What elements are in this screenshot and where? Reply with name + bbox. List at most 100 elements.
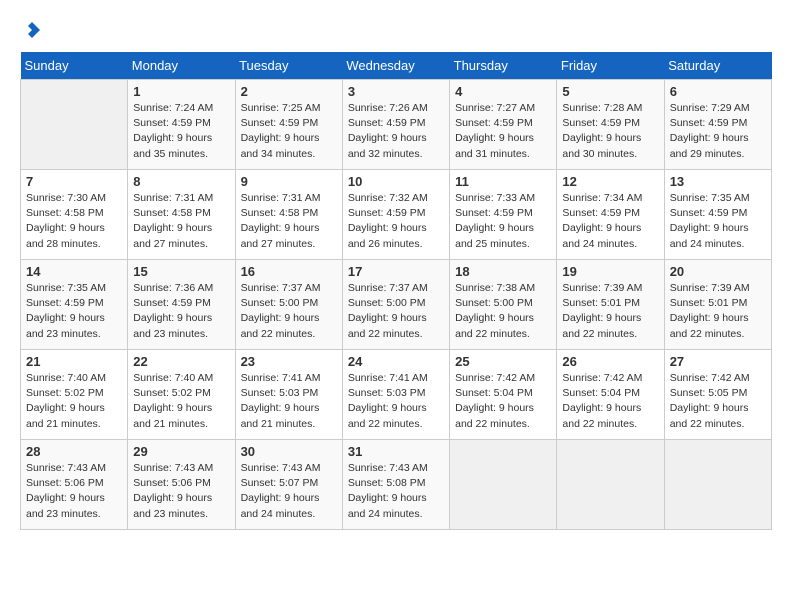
day-info: Sunrise: 7:40 AM Sunset: 5:02 PM Dayligh…	[26, 371, 122, 432]
calendar-cell	[450, 440, 557, 530]
day-info: Sunrise: 7:24 AM Sunset: 4:59 PM Dayligh…	[133, 101, 229, 162]
calendar-cell: 7 Sunrise: 7:30 AM Sunset: 4:58 PM Daylig…	[21, 170, 128, 260]
calendar-cell: 15 Sunrise: 7:36 AM Sunset: 4:59 PM Dayli…	[128, 260, 235, 350]
calendar-week-row: 28 Sunrise: 7:43 AM Sunset: 5:06 PM Dayli…	[21, 440, 772, 530]
day-info: Sunrise: 7:42 AM Sunset: 5:05 PM Dayligh…	[670, 371, 766, 432]
day-info: Sunrise: 7:39 AM Sunset: 5:01 PM Dayligh…	[562, 281, 658, 342]
day-number: 19	[562, 264, 658, 279]
calendar-cell: 21 Sunrise: 7:40 AM Sunset: 5:02 PM Dayli…	[21, 350, 128, 440]
day-info: Sunrise: 7:39 AM Sunset: 5:01 PM Dayligh…	[670, 281, 766, 342]
weekday-header-monday: Monday	[128, 52, 235, 80]
day-number: 7	[26, 174, 122, 189]
calendar-cell: 26 Sunrise: 7:42 AM Sunset: 5:04 PM Dayli…	[557, 350, 664, 440]
calendar-cell: 11Sunrise: 7:33 AM Sunset: 4:59 PM Dayli…	[450, 170, 557, 260]
calendar-cell: 20 Sunrise: 7:39 AM Sunset: 5:01 PM Dayli…	[664, 260, 771, 350]
calendar-cell: 30Sunrise: 7:43 AM Sunset: 5:07 PM Dayli…	[235, 440, 342, 530]
day-info: Sunrise: 7:31 AM Sunset: 4:58 PM Dayligh…	[241, 191, 337, 252]
day-number: 27	[670, 354, 766, 369]
calendar-cell: 10Sunrise: 7:32 AM Sunset: 4:59 PM Dayli…	[342, 170, 449, 260]
day-info: Sunrise: 7:42 AM Sunset: 5:04 PM Dayligh…	[562, 371, 658, 432]
day-number: 8	[133, 174, 229, 189]
day-number: 13	[670, 174, 766, 189]
day-number: 25	[455, 354, 551, 369]
calendar-cell: 29 Sunrise: 7:43 AM Sunset: 5:06 PM Dayli…	[128, 440, 235, 530]
calendar-cell: 8 Sunrise: 7:31 AM Sunset: 4:58 PM Daylig…	[128, 170, 235, 260]
day-number: 28	[26, 444, 122, 459]
calendar-week-row: 21 Sunrise: 7:40 AM Sunset: 5:02 PM Dayli…	[21, 350, 772, 440]
day-info: Sunrise: 7:43 AM Sunset: 5:08 PM Dayligh…	[348, 461, 444, 522]
calendar-table: SundayMondayTuesdayWednesdayThursdayFrid…	[20, 52, 772, 530]
calendar-cell: 4 Sunrise: 7:27 AM Sunset: 4:59 PM Daylig…	[450, 80, 557, 170]
day-info: Sunrise: 7:43 AM Sunset: 5:07 PM Dayligh…	[241, 461, 337, 522]
day-number: 9	[241, 174, 337, 189]
calendar-cell: 6 Sunrise: 7:29 AM Sunset: 4:59 PM Daylig…	[664, 80, 771, 170]
calendar-cell: 19 Sunrise: 7:39 AM Sunset: 5:01 PM Dayli…	[557, 260, 664, 350]
day-number: 14	[26, 264, 122, 279]
calendar-cell	[557, 440, 664, 530]
day-number: 22	[133, 354, 229, 369]
day-info: Sunrise: 7:40 AM Sunset: 5:02 PM Dayligh…	[133, 371, 229, 432]
calendar-cell	[21, 80, 128, 170]
day-info: Sunrise: 7:37 AM Sunset: 5:00 PM Dayligh…	[348, 281, 444, 342]
day-info: Sunrise: 7:35 AM Sunset: 4:59 PM Dayligh…	[670, 191, 766, 252]
day-info: Sunrise: 7:31 AM Sunset: 4:58 PM Dayligh…	[133, 191, 229, 252]
day-info: Sunrise: 7:25 AM Sunset: 4:59 PM Dayligh…	[241, 101, 337, 162]
day-number: 1	[133, 84, 229, 99]
day-info: Sunrise: 7:34 AM Sunset: 4:59 PM Dayligh…	[562, 191, 658, 252]
calendar-week-row: 1 Sunrise: 7:24 AM Sunset: 4:59 PM Daylig…	[21, 80, 772, 170]
calendar-cell: 12 Sunrise: 7:34 AM Sunset: 4:59 PM Dayli…	[557, 170, 664, 260]
day-number: 6	[670, 84, 766, 99]
calendar-cell	[664, 440, 771, 530]
day-number: 26	[562, 354, 658, 369]
day-number: 17	[348, 264, 444, 279]
weekday-header-tuesday: Tuesday	[235, 52, 342, 80]
day-number: 12	[562, 174, 658, 189]
calendar-cell: 18 Sunrise: 7:38 AM Sunset: 5:00 PM Dayli…	[450, 260, 557, 350]
day-info: Sunrise: 7:41 AM Sunset: 5:03 PM Dayligh…	[348, 371, 444, 432]
calendar-cell: 9 Sunrise: 7:31 AM Sunset: 4:58 PM Daylig…	[235, 170, 342, 260]
day-info: Sunrise: 7:38 AM Sunset: 5:00 PM Dayligh…	[455, 281, 551, 342]
day-number: 5	[562, 84, 658, 99]
calendar-cell: 31 Sunrise: 7:43 AM Sunset: 5:08 PM Dayli…	[342, 440, 449, 530]
calendar-cell: 17 Sunrise: 7:37 AM Sunset: 5:00 PM Dayli…	[342, 260, 449, 350]
weekday-header-wednesday: Wednesday	[342, 52, 449, 80]
day-number: 15	[133, 264, 229, 279]
day-info: Sunrise: 7:26 AM Sunset: 4:59 PM Dayligh…	[348, 101, 444, 162]
day-info: Sunrise: 7:41 AM Sunset: 5:03 PM Dayligh…	[241, 371, 337, 432]
day-info: Sunrise: 7:43 AM Sunset: 5:06 PM Dayligh…	[133, 461, 229, 522]
calendar-cell: 25 Sunrise: 7:42 AM Sunset: 5:04 PM Dayli…	[450, 350, 557, 440]
day-info: Sunrise: 7:30 AM Sunset: 4:58 PM Dayligh…	[26, 191, 122, 252]
calendar-cell: 22 Sunrise: 7:40 AM Sunset: 5:02 PM Dayli…	[128, 350, 235, 440]
weekday-header-friday: Friday	[557, 52, 664, 80]
day-number: 23	[241, 354, 337, 369]
day-number: 18	[455, 264, 551, 279]
day-info: Sunrise: 7:27 AM Sunset: 4:59 PM Dayligh…	[455, 101, 551, 162]
calendar-cell: 14 Sunrise: 7:35 AM Sunset: 4:59 PM Dayli…	[21, 260, 128, 350]
calendar-cell: 27 Sunrise: 7:42 AM Sunset: 5:05 PM Dayli…	[664, 350, 771, 440]
weekday-header-saturday: Saturday	[664, 52, 771, 80]
weekday-header-sunday: Sunday	[21, 52, 128, 80]
day-info: Sunrise: 7:36 AM Sunset: 4:59 PM Dayligh…	[133, 281, 229, 342]
day-number: 31	[348, 444, 444, 459]
day-info: Sunrise: 7:29 AM Sunset: 4:59 PM Dayligh…	[670, 101, 766, 162]
day-info: Sunrise: 7:42 AM Sunset: 5:04 PM Dayligh…	[455, 371, 551, 432]
day-info: Sunrise: 7:35 AM Sunset: 4:59 PM Dayligh…	[26, 281, 122, 342]
calendar-week-row: 7 Sunrise: 7:30 AM Sunset: 4:58 PM Daylig…	[21, 170, 772, 260]
calendar-cell: 16Sunrise: 7:37 AM Sunset: 5:00 PM Dayli…	[235, 260, 342, 350]
day-number: 24	[348, 354, 444, 369]
day-info: Sunrise: 7:32 AM Sunset: 4:59 PM Dayligh…	[348, 191, 444, 252]
day-number: 4	[455, 84, 551, 99]
day-number: 11	[455, 174, 551, 189]
day-number: 29	[133, 444, 229, 459]
calendar-cell: 13 Sunrise: 7:35 AM Sunset: 4:59 PM Dayli…	[664, 170, 771, 260]
calendar-cell: 3 Sunrise: 7:26 AM Sunset: 4:59 PM Daylig…	[342, 80, 449, 170]
day-number: 21	[26, 354, 122, 369]
calendar-cell: 28 Sunrise: 7:43 AM Sunset: 5:06 PM Dayli…	[21, 440, 128, 530]
logo	[20, 20, 42, 42]
day-info: Sunrise: 7:43 AM Sunset: 5:06 PM Dayligh…	[26, 461, 122, 522]
weekday-header-row: SundayMondayTuesdayWednesdayThursdayFrid…	[21, 52, 772, 80]
day-number: 20	[670, 264, 766, 279]
calendar-cell: 2 Sunrise: 7:25 AM Sunset: 4:59 PM Daylig…	[235, 80, 342, 170]
day-number: 2	[241, 84, 337, 99]
day-number: 3	[348, 84, 444, 99]
